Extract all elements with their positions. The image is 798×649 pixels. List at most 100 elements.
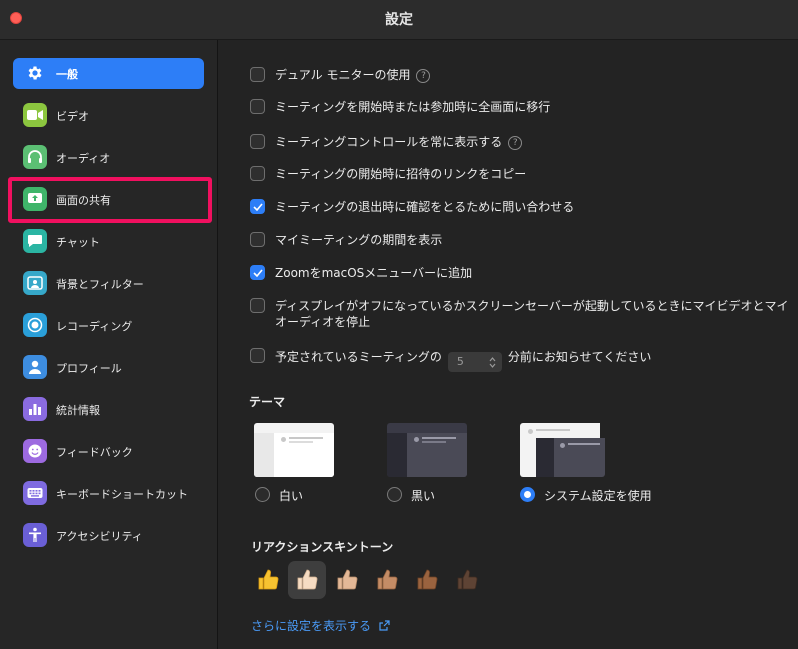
sidebar-item-label: プロフィール (56, 362, 122, 375)
sidebar-item-keyboard-shortcuts[interactable]: キーボードショートカット (13, 478, 204, 509)
option-label: ミーティングの退出時に確認をとるために問い合わせる (275, 200, 575, 214)
thumbs-up-icon (457, 569, 478, 590)
thumbs-up-icon (337, 569, 358, 590)
skin-tone-default[interactable] (249, 561, 287, 599)
theme-light-thumbnail[interactable] (254, 423, 334, 477)
option-label: ミーティングコントロールを常に表示する (275, 135, 503, 149)
option-add-to-menubar[interactable]: ZoomをmacOSメニューバーに追加 (250, 265, 472, 281)
sidebar-item-label: 背景とフィルター (56, 278, 144, 291)
accessibility-icon (23, 523, 47, 547)
theme-dark-label: 黒い (411, 489, 436, 503)
reaction-skin-tone-title: リアクションスキントーン (251, 540, 394, 554)
theme-light-radio[interactable] (255, 487, 270, 502)
option-confirm-on-leave[interactable]: ミーティングの退出時に確認をとるために問い合わせる (250, 199, 574, 215)
sidebar-item-profile[interactable]: プロフィール (13, 352, 204, 383)
reminder-minutes-value: 5 (456, 355, 464, 368)
option-label-line2: オーディオを停止 (275, 315, 371, 329)
sidebar-item-label: レコーディング (56, 320, 133, 333)
theme-dark-thumbnail[interactable] (387, 423, 467, 477)
thumbs-up-icon (258, 569, 279, 590)
background-person-icon (23, 271, 47, 295)
more-settings-link[interactable]: さらに設定を表示する (251, 617, 390, 634)
checkbox[interactable] (250, 134, 265, 149)
thumbs-up-icon (297, 569, 318, 590)
option-label: デュアル モニターの使用 (275, 68, 411, 82)
option-label: マイミーティングの期間を表示 (275, 233, 443, 247)
option-label: ミーティングの開始時に招待のリンクをコピー (275, 167, 527, 181)
sidebar-item-recording[interactable]: レコーディング (13, 310, 204, 341)
sidebar-item-chat[interactable]: チャット (13, 226, 204, 257)
stepper-arrows-icon (489, 356, 496, 368)
sidebar-item-background-filter[interactable]: 背景とフィルター (13, 268, 204, 299)
theme-system-label: システム設定を使用 (544, 489, 652, 503)
checkbox[interactable] (250, 166, 265, 181)
sidebar-item-statistics[interactable]: 統計情報 (13, 394, 204, 425)
checkbox[interactable] (250, 99, 265, 114)
checkbox[interactable] (250, 348, 265, 363)
headphones-icon (23, 145, 47, 169)
sidebar-item-label: 統計情報 (56, 404, 100, 417)
option-show-meeting-duration[interactable]: マイミーティングの期間を表示 (250, 232, 442, 248)
option-dual-monitor[interactable]: デュアル モニターの使用? (250, 67, 431, 83)
sidebar-item-general[interactable]: 一般 (13, 58, 204, 89)
sidebar-item-label: オーディオ (56, 152, 111, 165)
sidebar-item-audio[interactable]: オーディオ (13, 142, 204, 173)
option-label: ディスプレイがオフになっているかスクリーンセーバーが起動しているときにマイビデオ… (275, 299, 789, 313)
sidebar-item-label: フィードバック (56, 446, 133, 459)
skin-tone-medium-dark[interactable] (408, 561, 446, 599)
theme-light-label: 白い (279, 489, 304, 503)
checkmark-icon (252, 268, 263, 277)
help-icon[interactable]: ? (416, 69, 431, 83)
record-icon (23, 313, 47, 337)
sidebar-item-label: アクセシビリティ (56, 530, 143, 543)
sidebar-item-feedback[interactable]: フィードバック (13, 436, 204, 467)
title-bar: 設定 (0, 0, 798, 40)
sidebar-item-label: チャット (56, 236, 100, 249)
sidebar-item-label: 一般 (56, 68, 78, 81)
window-title: 設定 (385, 12, 413, 28)
general-settings-panel: デュアル モニターの使用? ミーティングを開始時または参加時に全画面に移行 ミー… (219, 40, 798, 649)
external-link-icon (379, 620, 390, 631)
theme-section-title: テーマ (249, 395, 286, 409)
smiley-icon (23, 439, 47, 463)
sidebar-item-accessibility[interactable]: アクセシビリティ (13, 520, 204, 551)
skin-tone-dark[interactable] (448, 561, 486, 599)
option-always-show-controls[interactable]: ミーティングコントロールを常に表示する? (250, 134, 523, 150)
thumbs-up-icon (417, 569, 438, 590)
sidebar-item-video[interactable]: ビデオ (13, 100, 204, 131)
skin-tone-medium[interactable] (368, 561, 406, 599)
checkbox[interactable] (250, 298, 265, 313)
option-copy-invite-link[interactable]: ミーティングの開始時に招待のリンクをコピー (250, 166, 526, 182)
statistics-icon (23, 397, 47, 421)
thumbs-up-icon (377, 569, 398, 590)
option-fullscreen-on-join[interactable]: ミーティングを開始時または参加時に全画面に移行 (250, 99, 550, 115)
checkbox[interactable] (250, 232, 265, 247)
sidebar-item-label: ビデオ (56, 110, 89, 123)
more-settings-label: さらに設定を表示する (251, 619, 372, 633)
skin-tone-medium-light[interactable] (328, 561, 366, 599)
sidebar: 一般 ビデオ オーディオ 画面の共有 チャット 背景とフィルター レコーディング… (0, 40, 218, 649)
sidebar-item-label: キーボードショートカット (56, 488, 188, 501)
gear-icon (23, 61, 47, 85)
theme-system-thumbnail[interactable] (520, 423, 605, 477)
option-stop-video-on-screensaver[interactable]: ディスプレイがオフになっているかスクリーンセーバーが起動しているときにマイビデオ… (250, 298, 790, 330)
option-label: ミーティングを開始時または参加時に全画面に移行 (275, 100, 551, 114)
checkmark-icon (252, 202, 263, 211)
checkbox[interactable] (250, 67, 265, 82)
skin-tone-light[interactable] (288, 561, 326, 599)
reminder-prefix: 予定されているミーティングの (275, 350, 442, 364)
keyboard-icon (23, 481, 47, 505)
reminder-suffix: 分前にお知らせてください (507, 350, 652, 364)
checkbox-checked[interactable] (250, 265, 265, 280)
option-label: ZoomをmacOSメニューバーに追加 (275, 266, 473, 280)
theme-dark-radio[interactable] (387, 487, 402, 502)
theme-system-radio[interactable] (520, 487, 535, 502)
chat-bubble-icon (23, 229, 47, 253)
highlight-annotation (8, 177, 212, 223)
option-meeting-reminder[interactable]: 予定されているミーティングの 5 分前にお知らせてください (250, 348, 651, 372)
profile-icon (23, 355, 47, 379)
help-icon[interactable]: ? (508, 136, 523, 150)
checkbox-checked[interactable] (250, 199, 265, 214)
reminder-minutes-stepper[interactable]: 5 (447, 352, 502, 372)
video-camera-icon (23, 103, 47, 127)
